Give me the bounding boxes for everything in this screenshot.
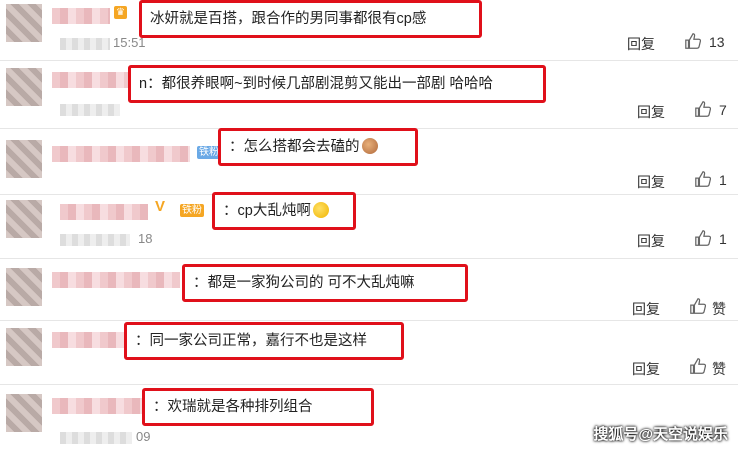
avatar[interactable] xyxy=(6,200,42,238)
reply-button[interactable]: 回复 xyxy=(637,231,665,251)
thumbs-up-icon[interactable] xyxy=(694,170,712,188)
divider xyxy=(0,320,738,321)
date-blurred xyxy=(60,234,130,246)
like-count: 13 xyxy=(709,34,725,50)
avatar[interactable] xyxy=(6,140,42,178)
divider xyxy=(0,384,738,385)
avatar[interactable] xyxy=(6,68,42,106)
like-count: 1 xyxy=(719,231,727,247)
divider xyxy=(0,60,738,61)
username[interactable] xyxy=(52,146,190,162)
date-blurred xyxy=(60,432,132,444)
user-badge: ♛ xyxy=(114,6,127,19)
avatar[interactable] xyxy=(6,328,42,366)
comment-text: ：怎么搭都会去磕的 xyxy=(218,128,418,166)
like-count: 赞 xyxy=(712,361,726,377)
comment-time: 09 xyxy=(136,429,151,444)
comment-text: 冰妍就是百搭，跟合作的男同事都很有cp感 xyxy=(139,0,482,38)
avatar[interactable] xyxy=(6,4,42,42)
thumbs-up-icon[interactable] xyxy=(694,100,712,118)
avatar[interactable] xyxy=(6,268,42,306)
username[interactable] xyxy=(52,72,130,88)
reply-button[interactable]: 回复 xyxy=(632,299,660,319)
cookie-emoji-icon xyxy=(361,138,378,154)
reply-button[interactable]: 回复 xyxy=(632,359,660,379)
reply-button[interactable]: 回复 xyxy=(637,172,665,192)
comment-text: n：都很养眼啊~到时候几部剧混剪又能出一部剧 哈哈哈 xyxy=(128,65,546,103)
thumbs-up-icon[interactable] xyxy=(694,229,712,247)
comment-text: ：同一家公司正常，嘉行不也是这样 xyxy=(124,322,404,360)
date-blurred xyxy=(60,104,120,116)
username[interactable] xyxy=(60,204,148,220)
username[interactable] xyxy=(52,272,180,288)
comment-text: ：cp大乱炖啊 xyxy=(212,192,356,230)
verified-v-icon: V xyxy=(155,198,166,215)
username[interactable] xyxy=(52,8,110,24)
avatar[interactable] xyxy=(6,394,42,432)
shh-emoji-icon xyxy=(312,202,329,218)
username[interactable] xyxy=(52,332,124,348)
thumbs-up-icon[interactable] xyxy=(689,297,707,315)
reply-button[interactable]: 回复 xyxy=(627,34,655,54)
date-blurred xyxy=(60,38,110,50)
like-count: 赞 xyxy=(712,301,726,317)
reply-button[interactable]: 回复 xyxy=(637,102,665,122)
divider xyxy=(0,258,738,259)
thumbs-up-icon[interactable] xyxy=(689,357,707,375)
comment-text: ：都是一家狗公司的 可不大乱炖嘛 xyxy=(182,264,468,302)
thumbs-up-icon[interactable] xyxy=(684,32,702,50)
iron-fan-badge: 铁粉 xyxy=(180,204,204,217)
divider xyxy=(0,194,738,195)
like-count: 7 xyxy=(719,102,727,118)
comment-text: ：欢瑞就是各种排列组合 xyxy=(142,388,374,426)
comment-time: 18 xyxy=(138,231,153,246)
watermark: 搜狐号@天空说娱乐 xyxy=(593,426,728,443)
username[interactable] xyxy=(52,398,144,414)
like-count: 1 xyxy=(719,172,727,188)
